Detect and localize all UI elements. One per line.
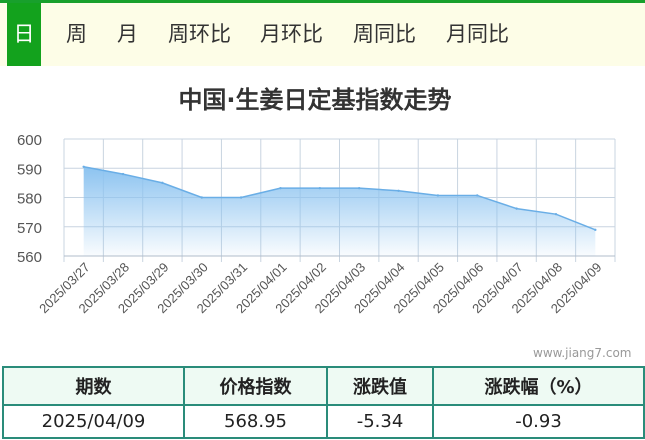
tab-month-on-month[interactable]: 月环比 (260, 3, 323, 66)
data-point (554, 212, 558, 216)
y-tick-label: 570 (17, 220, 42, 237)
y-tick-label: 580 (17, 191, 42, 208)
data-point (594, 228, 597, 232)
chart-title: 中国·生姜日定基指数走势 (178, 86, 452, 114)
tab-month-year-on-year[interactable]: 月同比 (446, 3, 509, 66)
header-change-value: 涨跌值 (326, 366, 434, 406)
data-point (239, 196, 243, 199)
tab-day[interactable]: 日 (7, 3, 41, 66)
tab-week[interactable]: 周 (66, 3, 87, 66)
y-tick-label: 560 (17, 249, 42, 266)
tab-week-on-week[interactable]: 周环比 (168, 3, 231, 66)
cell-change-value: -5.34 (326, 404, 434, 439)
cell-change-percent: -0.93 (432, 404, 645, 439)
cell-price-index: 568.95 (183, 404, 328, 439)
data-point (82, 165, 85, 168)
y-tick-label: 600 (17, 132, 42, 149)
tab-month[interactable]: 月 (117, 3, 138, 66)
summary-header-row: 期数 价格指数 涨跌值 涨跌幅（%） (2, 366, 645, 406)
data-point (476, 194, 479, 197)
summary-data-row: 2025/04/09 568.95 -5.34 -0.93 (2, 404, 645, 439)
data-point (200, 196, 203, 199)
header-period: 期数 (2, 366, 185, 406)
index-trend-chart: 5605705805906002025/03/272025/03/282025/… (17, 132, 616, 316)
data-point (279, 186, 282, 190)
data-point (397, 189, 400, 192)
data-point (357, 186, 361, 190)
y-tick-label: 590 (17, 161, 42, 178)
header-price-index: 价格指数 (183, 366, 328, 406)
header-change-percent: 涨跌幅（%） (432, 366, 645, 406)
cell-period: 2025/04/09 (2, 404, 185, 439)
data-point (436, 194, 440, 197)
data-point (161, 181, 164, 185)
summary-table: 期数 价格指数 涨跌值 涨跌幅（%） 2025/04/09 568.95 -5.… (2, 366, 645, 439)
site-watermark: www.jiang7.com (533, 346, 632, 360)
tab-week-year-on-year[interactable]: 周同比 (353, 3, 416, 66)
data-point (318, 186, 322, 190)
period-tab-bar: 日 周 月 周环比 月环比 周同比 月同比 (0, 3, 645, 66)
data-point (515, 207, 518, 210)
data-point (121, 172, 125, 176)
